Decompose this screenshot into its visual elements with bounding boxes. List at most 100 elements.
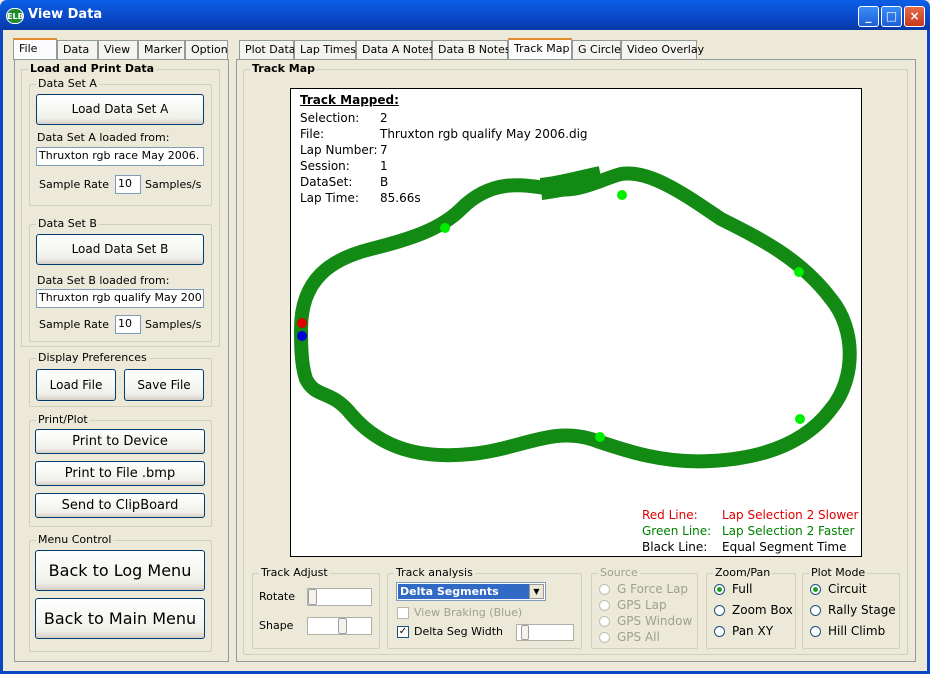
print-plot-title: Print/Plot bbox=[36, 413, 90, 426]
data-set-a-title: Data Set A bbox=[36, 77, 99, 90]
load-data-set-a-button[interactable]: Load Data Set A bbox=[36, 94, 204, 125]
maximize-button[interactable]: □ bbox=[881, 6, 902, 27]
source-option-label-3: GPS All bbox=[617, 630, 660, 644]
rotate-slider-thumb[interactable] bbox=[308, 589, 317, 605]
plot-mode-option-radio-2[interactable] bbox=[810, 626, 821, 637]
send-to-clipboard-button[interactable]: Send to ClipBoard bbox=[35, 493, 205, 518]
track-map-title: Track Map bbox=[250, 62, 318, 75]
source-option-radio-2[interactable] bbox=[599, 616, 610, 627]
segment-marker bbox=[795, 414, 805, 424]
back-to-main-menu-button[interactable]: Back to Main Menu bbox=[35, 598, 205, 639]
zoom-pan-option-label-2: Pan XY bbox=[732, 624, 774, 638]
data-set-b-path-field[interactable]: Thruxton rgb qualify May 200 bbox=[36, 289, 204, 308]
legend-values: Lap Selection 2 Slower Lap Selection 2 F… bbox=[722, 508, 858, 556]
track-adjust-group: Track Adjust bbox=[252, 566, 380, 649]
display-preferences-title: Display Preferences bbox=[36, 351, 149, 364]
chevron-down-icon[interactable]: ▼ bbox=[529, 584, 544, 599]
close-button[interactable]: × bbox=[904, 6, 925, 27]
plot-mode-option-radio-0[interactable] bbox=[810, 584, 821, 595]
data-set-a-loaded-label: Data Set A loaded from: bbox=[37, 131, 170, 144]
zoom-pan-option-radio-2[interactable] bbox=[714, 626, 725, 637]
info-value-lap-time: 85.66s bbox=[380, 191, 421, 205]
tab-data-b-notes[interactable]: Data B Notes bbox=[432, 40, 511, 60]
back-to-log-menu-button[interactable]: Back to Log Menu bbox=[35, 550, 205, 591]
zoom-pan-option-label-1: Zoom Box bbox=[732, 603, 793, 617]
zoom-pan-option-label-0: Full bbox=[732, 582, 753, 596]
plot-mode-option-radio-1[interactable] bbox=[810, 605, 821, 616]
print-to-device-button[interactable]: Print to Device bbox=[35, 429, 205, 454]
source-option-radio-0[interactable] bbox=[599, 584, 610, 595]
start-marker-blue bbox=[297, 331, 307, 341]
legend-black-value: Equal Segment Time bbox=[722, 540, 847, 554]
tab-data[interactable]: Data bbox=[57, 40, 98, 60]
tab-view[interactable]: View bbox=[98, 40, 138, 60]
delta-seg-width-thumb[interactable] bbox=[521, 625, 529, 640]
info-label-selection: Selection: bbox=[300, 111, 360, 125]
start-marker-red bbox=[297, 318, 307, 328]
info-value-session: 1 bbox=[380, 159, 388, 173]
tab-lap-times[interactable]: Lap Times bbox=[294, 40, 356, 60]
zoom-pan-option-radio-0[interactable] bbox=[714, 584, 725, 595]
window-title: View Data bbox=[28, 7, 103, 22]
zoom-pan-option-radio-1[interactable] bbox=[714, 605, 725, 616]
view-braking-checkbox[interactable] bbox=[397, 607, 409, 619]
track-map-canvas[interactable]: Track Mapped: Selection: File: Lap Numbe… bbox=[290, 88, 862, 557]
plot-mode-option-label-1: Rally Stage bbox=[828, 603, 896, 617]
plot-mode-title: Plot Mode bbox=[809, 566, 868, 579]
info-label-dataset: DataSet: bbox=[300, 175, 353, 189]
legend-green-value: Lap Selection 2 Faster bbox=[722, 524, 855, 538]
info-values: 2 Thruxton rgb qualify May 2006.dig 7 1 … bbox=[380, 111, 588, 207]
info-label-lap-time: Lap Time: bbox=[300, 191, 359, 205]
track-analysis-title: Track analysis bbox=[394, 566, 475, 579]
load-data-set-b-button[interactable]: Load Data Set B bbox=[36, 234, 204, 265]
delta-seg-width-checkbox[interactable]: ✓ bbox=[397, 626, 409, 638]
tab-video-overlay[interactable]: Video Overlay bbox=[621, 40, 704, 60]
source-option-label-0: G Force Lap bbox=[617, 582, 689, 596]
data-set-b-loaded-label: Data Set B loaded from: bbox=[37, 274, 170, 287]
info-value-dataset: B bbox=[380, 175, 389, 189]
tab-g-circle[interactable]: G Circle bbox=[572, 40, 621, 60]
analysis-select[interactable]: Delta Segments ▼ bbox=[396, 582, 546, 601]
source-option-radio-3[interactable] bbox=[599, 632, 610, 643]
info-label-file: File: bbox=[300, 127, 325, 141]
save-file-button[interactable]: Save File bbox=[124, 369, 204, 401]
tab-marker[interactable]: Marker bbox=[138, 40, 185, 60]
track-outline bbox=[294, 166, 857, 469]
info-label-lap-number: Lap Number: bbox=[300, 143, 378, 157]
segment-marker bbox=[794, 267, 804, 277]
plot-mode-option-label-0: Circuit bbox=[828, 582, 867, 596]
zoom-pan-title: Zoom/Pan bbox=[713, 566, 773, 579]
tab-data-a-notes[interactable]: Data A Notes bbox=[356, 40, 435, 60]
legend-labels: Red Line: Green Line: Black Line: bbox=[642, 508, 711, 556]
rotate-slider[interactable] bbox=[307, 588, 372, 606]
data-set-a-rate-unit: Samples/s bbox=[145, 178, 202, 191]
app-icon: ELB bbox=[6, 8, 24, 24]
source-option-label-2: GPS Window bbox=[617, 614, 693, 628]
load-file-button[interactable]: Load File bbox=[36, 369, 116, 401]
source-option-label-1: GPS Lap bbox=[617, 598, 667, 612]
data-set-a-path-field[interactable]: Thruxton rgb race May 2006. bbox=[36, 147, 204, 166]
view-braking-label: View Braking (Blue) bbox=[414, 606, 523, 619]
source-option-radio-1[interactable] bbox=[599, 600, 610, 611]
delta-seg-width-slider[interactable] bbox=[516, 624, 574, 641]
info-label-session: Session: bbox=[300, 159, 350, 173]
print-to-file-button[interactable]: Print to File .bmp bbox=[35, 461, 205, 486]
load-print-title: Load and Print Data bbox=[28, 62, 157, 75]
menu-control-title: Menu Control bbox=[36, 533, 114, 546]
data-set-a-rate-input[interactable]: 10 bbox=[115, 175, 141, 194]
tab-option[interactable]: Option bbox=[185, 40, 228, 60]
analysis-select-value: Delta Segments bbox=[398, 584, 529, 599]
title-bar[interactable]: ELB View Data _ □ × bbox=[0, 0, 930, 30]
data-set-b-rate-label: Sample Rate bbox=[39, 318, 109, 331]
info-labels: Selection: File: Lap Number: Session: Da… bbox=[300, 111, 378, 207]
tab-track-map[interactable]: Track Map bbox=[508, 38, 572, 60]
source-title: Source bbox=[598, 566, 640, 579]
shape-slider-thumb[interactable] bbox=[337, 618, 347, 634]
data-set-b-rate-input[interactable]: 10 bbox=[115, 315, 141, 334]
segment-marker bbox=[617, 190, 627, 200]
tab-file[interactable]: File bbox=[13, 38, 57, 60]
tab-plot-data[interactable]: Plot Data bbox=[239, 40, 296, 60]
segment-marker bbox=[595, 432, 605, 442]
minimize-button[interactable]: _ bbox=[858, 6, 879, 27]
shape-slider[interactable] bbox=[307, 617, 372, 635]
